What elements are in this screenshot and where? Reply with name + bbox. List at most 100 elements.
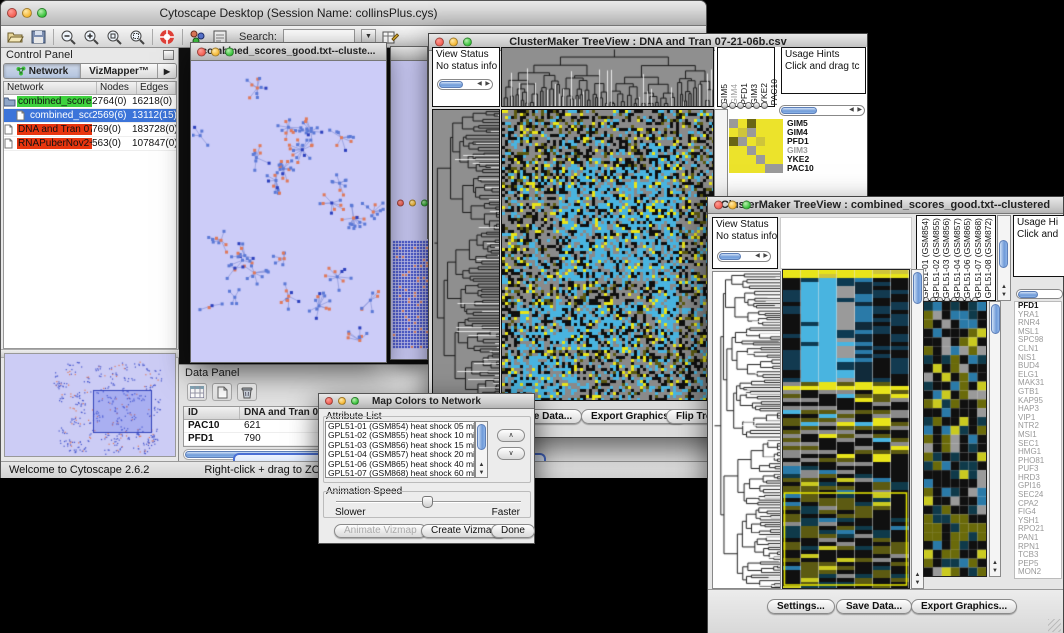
zoom-selected-icon[interactable] [106,29,123,45]
help-lifering-icon[interactable] [159,29,176,45]
open-file-icon[interactable] [7,29,24,45]
row-dendrogram[interactable] [712,271,781,589]
attribute-item[interactable]: GPL51-07 (GSM868) heat shock 60 min [328,469,474,478]
title-bar[interactable]: Map Colors to Network [319,394,534,409]
move-up-button[interactable]: ∧ [497,429,525,442]
network-table-row[interactable]: combined_scores2764(0)16218(0) [4,95,176,109]
minimize-button[interactable] [449,38,458,47]
treeview-button[interactable]: Save Data... [836,599,912,614]
network-table-row[interactable]: DNA and Tran 07769(0)183728(0) [4,123,176,137]
scroll-up-arrow[interactable]: ▲ [990,560,1000,567]
view-status-scrollbar[interactable]: ◀ ▶ [717,251,771,262]
zoom-hscrollbar[interactable]: ◀ ▶ [779,105,865,116]
network-table-row[interactable]: combined_sco2569(6)13112(15) [4,109,176,123]
col-header-edges[interactable]: Edges [137,82,176,94]
zoom-vscrollbar[interactable]: ▲ ▼ [989,301,1001,577]
scrollbar-thumb[interactable] [477,424,486,450]
usage-hints-scrollbar[interactable] [1016,289,1063,299]
close-button[interactable] [435,38,444,47]
col-header-nodes[interactable]: Nodes [97,82,137,94]
minimize-button[interactable] [728,201,737,210]
close-button[interactable] [714,201,723,210]
toolbar-separator [182,29,183,45]
animate-vizmap-button[interactable]: Animate Vizmap [334,524,427,538]
tab-network[interactable]: Network [4,64,81,78]
col-header-id[interactable]: ID [184,407,240,419]
close-button[interactable] [7,8,17,18]
scroll-up-arrow[interactable]: ▲ [998,284,1010,291]
tab-vizmapper[interactable]: VizMapper™ [81,64,158,78]
new-attribute-icon[interactable] [212,383,232,401]
scroll-up-arrow[interactable]: ▲ [476,462,487,469]
resize-grip[interactable] [1048,619,1061,632]
zoom-in-icon[interactable] [83,29,100,45]
scroll-arrows[interactable]: ◀ ▶ [849,106,863,115]
speed-slider-thumb[interactable] [422,496,433,508]
scrollbar-thumb[interactable] [439,81,463,88]
scroll-down-arrow[interactable]: ▼ [912,580,923,587]
scroll-down-arrow[interactable]: ▼ [998,292,1010,299]
save-icon[interactable] [30,29,47,45]
main-title-bar[interactable]: Cytoscape Desktop (Session Name: collins… [1,1,706,26]
treeview-button[interactable]: Export Graphics... [911,599,1017,614]
label-vscrollbar[interactable]: ▲ ▼ [997,215,1011,301]
title-bar[interactable]: combined_scores_good.txt--cluste... [191,43,386,61]
network-table-row[interactable]: RNAPuberNov2+563(0)107847(0) [4,137,176,151]
zoom-button[interactable] [463,38,472,47]
close-button[interactable] [197,47,206,56]
scroll-down-arrow[interactable]: ▼ [990,568,1000,575]
col-header-network[interactable]: Network [4,82,97,94]
network-graph-view[interactable] [192,61,385,362]
title-bar[interactable]: ClusterMaker TreeView : combined_scores_… [708,197,1063,214]
view-status-scrollbar[interactable]: ◀ ▶ [437,79,493,90]
close-button[interactable] [397,200,404,207]
title-bar[interactable] [391,47,427,61]
zoom-button[interactable] [37,8,47,18]
scrollbar-thumb[interactable] [719,253,741,260]
matrix-cell [765,164,774,173]
float-panel-icon[interactable] [163,50,174,60]
attribute-list-scrollbar[interactable]: ▲ ▼ [475,421,488,478]
scroll-up-arrow[interactable]: ▲ [912,572,923,579]
treeview-button[interactable]: Settings... [767,599,835,614]
zoom-button[interactable] [742,201,751,210]
scrollbar-thumb[interactable] [1018,291,1038,298]
zoom-button[interactable] [421,200,428,207]
minimize-button[interactable] [338,397,346,405]
row-dendrogram[interactable] [432,109,500,401]
scroll-arrows[interactable]: ◀ ▶ [755,252,769,261]
global-heatmap[interactable] [782,269,910,589]
scrollbar-thumb[interactable] [999,240,1008,268]
zoom-heatmap-matrix[interactable] [729,119,783,173]
move-down-button[interactable]: ∨ [497,447,525,460]
minimize-button[interactable] [211,47,220,56]
zoom-button[interactable] [351,397,359,405]
minimize-button[interactable] [22,8,32,18]
tab-overflow-arrow[interactable]: ▶ [158,64,176,78]
view-status-panel: View Status No status info f ◀ ▶ [432,47,500,107]
network-birdseye-view[interactable] [4,353,176,457]
treeview-tool-icons[interactable] [721,96,769,114]
global-heatmap[interactable] [501,109,714,401]
scrollbar-thumb[interactable] [913,272,922,304]
close-button[interactable] [325,397,333,405]
gene-label[interactable]: MON2 [1018,568,1061,577]
edge-count: 13112(15) [132,110,176,121]
zoom-out-icon[interactable] [60,29,77,45]
zoom-heatmap[interactable] [923,301,987,577]
zoom-button[interactable] [225,47,234,56]
zoom-fit-icon[interactable] [129,29,146,45]
column-dendrogram[interactable] [501,47,714,107]
attribute-list[interactable]: GPL51-01 (GSM854) heat shock 05 minGPL51… [325,421,475,478]
matrix-cell [756,119,765,128]
scrollbar-thumb[interactable] [781,107,817,114]
scrollbar-thumb[interactable] [991,304,1000,334]
scroll-arrows[interactable]: ◀ ▶ [477,80,491,89]
minimize-button[interactable] [409,200,416,207]
window-controls[interactable] [7,8,47,18]
dense-network-grid[interactable] [392,239,428,349]
select-attributes-icon[interactable] [187,383,207,401]
delete-attribute-trash-icon[interactable] [237,383,257,401]
done-button[interactable]: Done [491,524,535,538]
scroll-down-arrow[interactable]: ▼ [476,470,487,477]
